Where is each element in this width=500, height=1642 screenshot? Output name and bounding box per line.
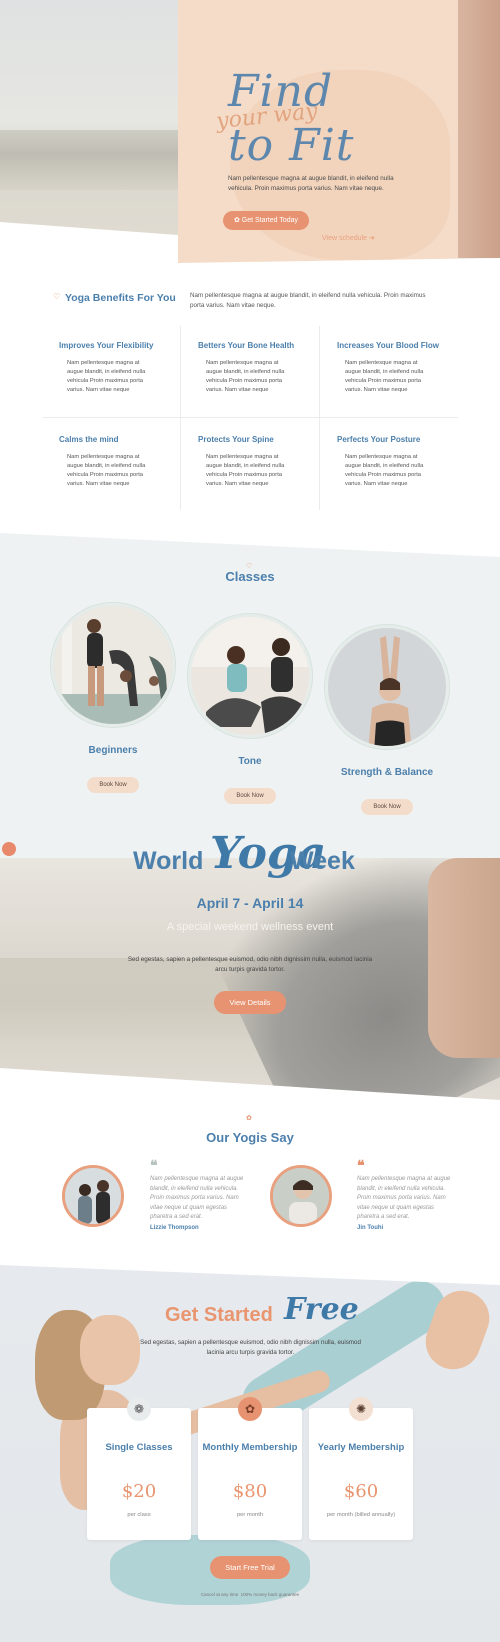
- quote-icon: ❝: [357, 1157, 365, 1173]
- class-photo-strength-balance[interactable]: [325, 625, 449, 749]
- mandala-icon: ✺: [349, 1397, 373, 1421]
- view-schedule-link[interactable]: View schedule ➜: [322, 234, 375, 242]
- benefit-title: Improves Your Flexibility: [59, 341, 154, 350]
- plan-card-yearly[interactable]: [309, 1408, 413, 1540]
- pricing-text: Sed egestas, sapien a pellentesque euism…: [140, 1339, 361, 1356]
- plan-price: $80: [232, 1481, 268, 1502]
- lotus-icon: ✿: [238, 1397, 262, 1421]
- lotus-icon: ✿: [233, 217, 242, 224]
- testimonials-title: Our Yogis Say: [206, 1130, 294, 1145]
- pricing-title: Get Started: [165, 1304, 273, 1326]
- plan-price: $20: [121, 1481, 157, 1502]
- benefit-item: Perfects Your Posture Nam pellentesque m…: [337, 435, 457, 489]
- quote-icon: ❝: [150, 1157, 158, 1173]
- yoga-week-title-world: World: [133, 847, 204, 875]
- benefit-item: Improves Your Flexibility Nam pellentesq…: [59, 341, 179, 395]
- benefit-title: Perfects Your Posture: [337, 435, 421, 444]
- view-details-button[interactable]: View Details: [214, 991, 286, 1014]
- yoga-week-dates: April 7 - April 14: [196, 895, 304, 911]
- classes-title: Classes: [225, 569, 275, 584]
- benefits-title: Yoga Benefits For You: [65, 292, 176, 304]
- flower-icon: ❁: [127, 1397, 151, 1421]
- benefit-title: Increases Your Blood Flow: [337, 341, 439, 350]
- benefit-item: Calms the mind Nam pellentesque magna at…: [59, 435, 179, 489]
- arrow-right-icon: ➜: [368, 235, 375, 242]
- benefit-text: Nam pellentesque magna at augue blandit,…: [206, 454, 285, 487]
- benefit-title: Calms the mind: [59, 435, 119, 444]
- yogi-avatar: [62, 1165, 124, 1227]
- plan-name: Single Classes: [105, 1442, 173, 1453]
- start-free-trial-button[interactable]: Start Free Trial: [210, 1556, 290, 1579]
- badge-icon: [2, 842, 16, 856]
- benefit-text: Nam pellentesque magna at augue blandit,…: [67, 360, 146, 393]
- testimonial-quote: Nam pellentesque magna at augue blandit,…: [150, 1176, 244, 1220]
- plan-period: per month (billed annually): [326, 1512, 396, 1518]
- divider: [180, 326, 181, 510]
- testimonial-quote: Nam pellentesque magna at augue blandit,…: [357, 1176, 451, 1220]
- lotus-icon: ✿: [246, 1115, 252, 1122]
- benefit-text: Nam pellentesque magna at augue blandit,…: [67, 454, 146, 487]
- benefit-item: Protects Your Spine Nam pellentesque mag…: [198, 435, 318, 489]
- benefit-item: Betters Your Bone Health Nam pellentesqu…: [198, 341, 318, 395]
- plan-period: per class: [127, 1512, 151, 1518]
- yogi-avatar: [270, 1165, 332, 1227]
- benefit-text: Nam pellentesque magna at augue blandit,…: [345, 360, 424, 393]
- plan-name: Monthly Membership: [202, 1442, 298, 1453]
- class-photo-tone[interactable]: [188, 614, 312, 738]
- book-now-button[interactable]: Book Now: [224, 788, 276, 804]
- pricing-title-script: Free: [284, 1292, 359, 1327]
- plan-card-single[interactable]: [87, 1408, 191, 1540]
- hero-text: Nam pellentesque magna at augue blandit,…: [228, 175, 394, 192]
- yoga-week-text: Sed egestas, sapien a pellentesque euism…: [127, 956, 373, 973]
- book-now-button[interactable]: Book Now: [361, 799, 413, 815]
- get-started-button[interactable]: ✿ Get Started Today: [223, 211, 309, 230]
- heart-icon: ♡: [53, 292, 61, 301]
- testimonial-name: Lizzie Thompson: [150, 1225, 199, 1231]
- benefit-text: Nam pellentesque magna at augue blandit,…: [206, 360, 285, 393]
- benefit-title: Betters Your Bone Health: [198, 341, 295, 350]
- plan-name: Yearly Membership: [317, 1442, 405, 1453]
- plan-period: per month: [236, 1512, 264, 1518]
- class-name: Beginners: [88, 745, 138, 756]
- plan-price: $60: [343, 1481, 379, 1502]
- book-now-button[interactable]: Book Now: [87, 777, 139, 793]
- class-name: Strength & Balance: [340, 767, 434, 778]
- yoga-week-title-week: Week: [290, 847, 355, 875]
- guarantee-note: Cancel at any time. 100% money back guar…: [200, 1592, 300, 1597]
- divider: [43, 417, 458, 418]
- divider: [319, 326, 320, 510]
- benefits-intro: Nam pellentesque magna at augue blandit,…: [190, 292, 426, 309]
- benefit-title: Protects Your Spine: [198, 435, 274, 444]
- yoga-week-subtitle: A special weekend wellness event: [166, 921, 334, 933]
- class-photo-beginners[interactable]: [51, 603, 175, 727]
- benefit-text: Nam pellentesque magna at augue blandit,…: [345, 454, 424, 487]
- class-name: Tone: [238, 756, 262, 767]
- testimonial-name: Jin Touhi: [357, 1225, 384, 1231]
- benefit-item: Increases Your Blood Flow Nam pellentesq…: [337, 341, 457, 395]
- plan-card-monthly[interactable]: [198, 1408, 302, 1540]
